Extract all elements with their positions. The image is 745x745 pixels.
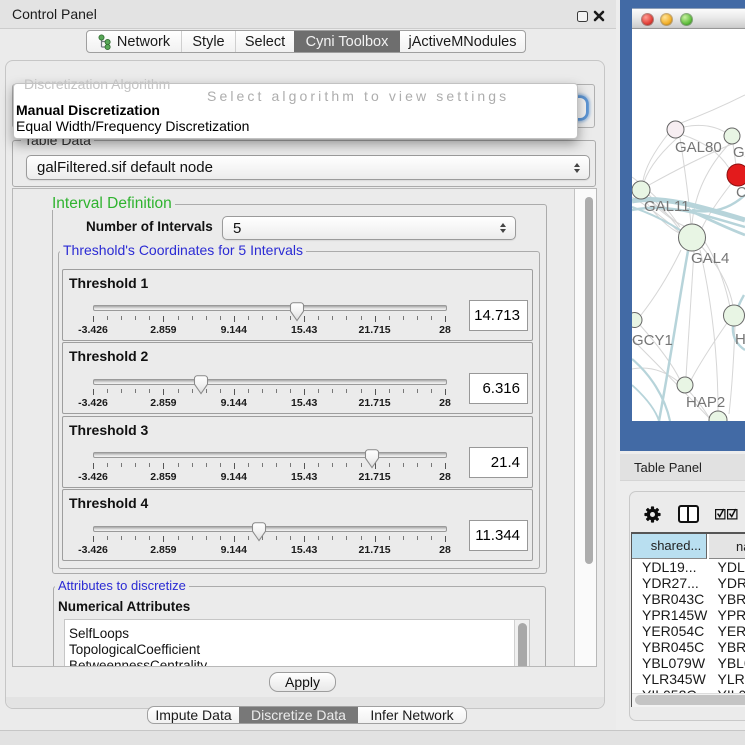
svg-text:GAL11: GAL11 bbox=[644, 198, 690, 215]
svg-text:GAL4: GAL4 bbox=[691, 250, 729, 267]
svg-text:GAL80: GAL80 bbox=[675, 139, 722, 156]
svg-text:HAP2: HAP2 bbox=[686, 394, 725, 411]
svg-text:GCY1: GCY1 bbox=[632, 332, 673, 349]
svg-text:H: H bbox=[735, 331, 745, 348]
svg-text:C: C bbox=[736, 184, 745, 201]
svg-text:GA: GA bbox=[733, 144, 745, 161]
